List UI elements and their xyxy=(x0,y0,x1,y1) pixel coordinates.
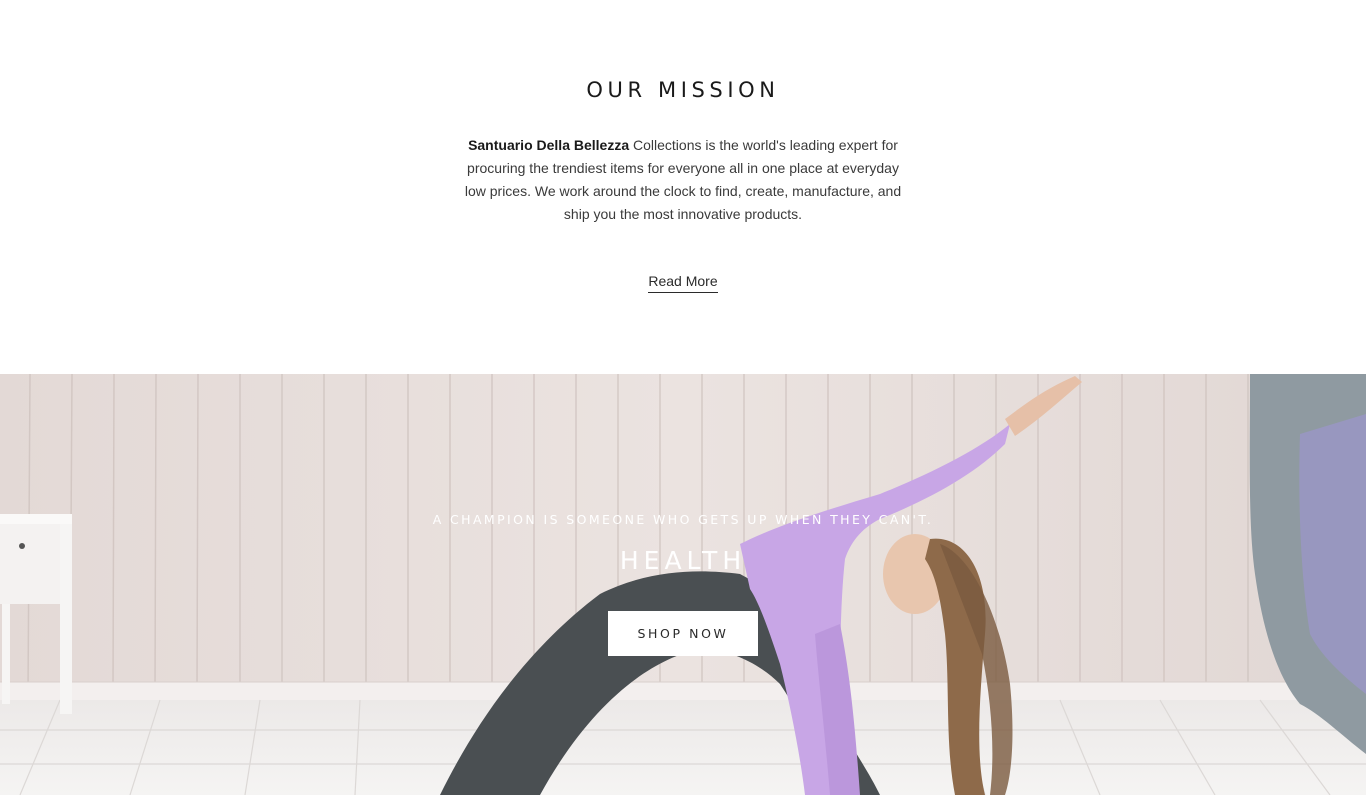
mission-section: OUR MISSION Santuario Della Bellezza Col… xyxy=(0,0,1366,374)
hero-banner: A CHAMPION IS SOMEONE WHO GETS UP WHEN T… xyxy=(0,374,1366,795)
hero-image xyxy=(0,374,1366,795)
mission-title: OUR MISSION xyxy=(586,78,780,102)
mission-text: Santuario Della Bellezza Collections is … xyxy=(455,134,911,226)
hero-heading: HEALTH xyxy=(619,546,747,575)
page: OUR MISSION Santuario Della Bellezza Col… xyxy=(0,0,1366,805)
read-more-link[interactable]: Read More xyxy=(648,273,718,293)
brand-name: Santuario Della Bellezza xyxy=(468,137,630,153)
read-more-container: Read More xyxy=(0,273,1366,293)
hero-tagline: A CHAMPION IS SOMEONE WHO GETS UP WHEN T… xyxy=(432,512,934,527)
shop-now-button[interactable]: SHOP NOW xyxy=(608,611,758,656)
